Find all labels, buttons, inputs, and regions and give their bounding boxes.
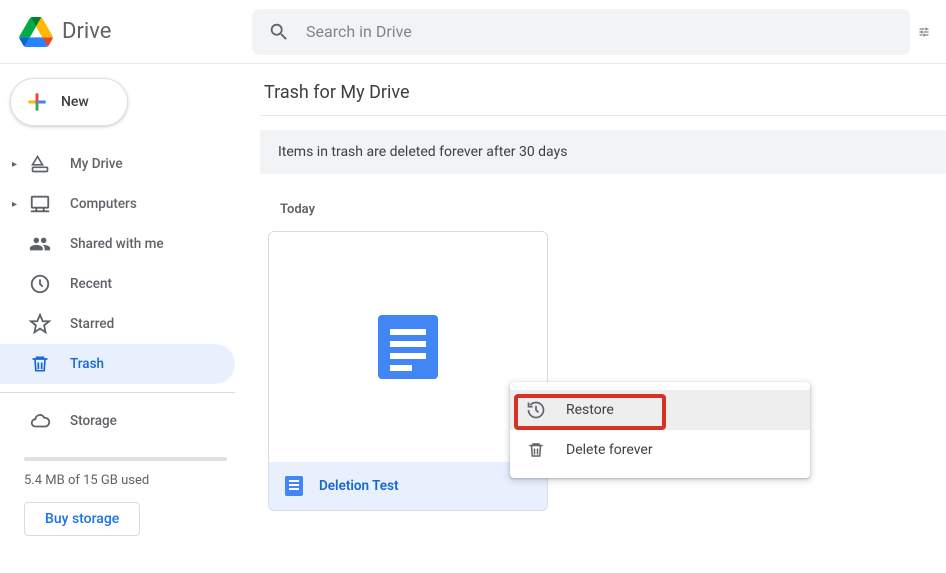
sidebar-item-recent[interactable]: Recent [0, 264, 235, 304]
file-card[interactable]: Deletion Test [268, 231, 548, 511]
app-name: Drive [62, 19, 111, 44]
sidebar-item-label: My Drive [70, 156, 123, 172]
sidebar-item-shared[interactable]: Shared with me [0, 224, 235, 264]
new-button-label: New [61, 94, 89, 110]
shared-icon [28, 232, 52, 256]
sidebar-item-label: Storage [70, 413, 117, 429]
search-input[interactable] [306, 22, 894, 41]
drive-logo-icon [16, 12, 56, 52]
cloud-icon [28, 409, 52, 433]
menu-item-label: Delete forever [566, 442, 653, 458]
sidebar-item-label: Starred [70, 316, 114, 332]
buy-storage-button[interactable]: Buy storage [24, 502, 140, 536]
sidebar-item-trash[interactable]: Trash [0, 344, 235, 384]
menu-item-restore[interactable]: Restore [510, 390, 810, 430]
sidebar-item-computers[interactable]: ▸ Computers [0, 184, 235, 224]
sidebar-item-label: Computers [70, 196, 137, 212]
sidebar: New ▸ My Drive ▸ Computers Shared with m… [0, 64, 252, 573]
menu-item-label: Restore [566, 402, 614, 418]
plus-icon [23, 88, 51, 116]
trash-icon [526, 440, 546, 460]
logo-area[interactable]: Drive [16, 12, 252, 52]
new-button[interactable]: New [10, 78, 128, 126]
my-drive-icon [28, 152, 52, 176]
file-name: Deletion Test [319, 478, 399, 494]
file-preview [269, 232, 547, 462]
menu-item-delete-forever[interactable]: Delete forever [510, 430, 810, 470]
context-menu: Restore Delete forever [510, 382, 810, 478]
file-footer: Deletion Test [269, 462, 547, 510]
search-options-icon[interactable] [918, 21, 930, 43]
chevron-right-icon: ▸ [12, 159, 24, 170]
computers-icon [28, 192, 52, 216]
content-area: Trash for My Drive Items in trash are de… [252, 64, 946, 573]
sidebar-item-label: Recent [70, 276, 112, 292]
page-title: Trash for My Drive [260, 78, 946, 115]
sidebar-item-my-drive[interactable]: ▸ My Drive [0, 144, 235, 184]
nav-divider [0, 392, 235, 393]
sidebar-item-label: Shared with me [70, 236, 164, 252]
star-icon [28, 312, 52, 336]
chevron-right-icon: ▸ [12, 199, 24, 210]
trash-icon [28, 352, 52, 376]
recent-icon [28, 272, 52, 296]
storage-bar [24, 457, 227, 461]
search-icon [268, 21, 290, 43]
sidebar-item-storage[interactable]: Storage [0, 401, 235, 441]
info-banner: Items in trash are deleted forever after… [260, 130, 946, 174]
doc-icon [378, 315, 438, 379]
title-divider [260, 115, 946, 116]
doc-small-icon [285, 476, 303, 496]
sidebar-item-starred[interactable]: Starred [0, 304, 235, 344]
search-bar[interactable] [252, 9, 910, 55]
section-label: Today [280, 202, 946, 217]
sidebar-item-label: Trash [70, 356, 104, 372]
storage-text: 5.4 MB of 15 GB used [24, 473, 227, 488]
restore-icon [526, 400, 546, 420]
